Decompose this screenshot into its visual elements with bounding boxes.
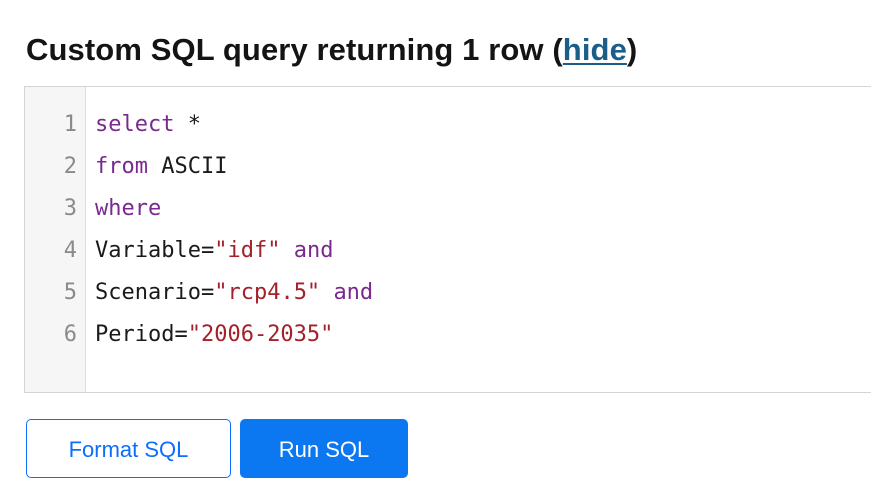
sql-string: "idf" bbox=[214, 238, 281, 263]
code-line: 3 where bbox=[25, 188, 871, 230]
line-number: 6 bbox=[63, 322, 77, 347]
line-code: Period="2006-2035" bbox=[95, 314, 333, 356]
line-code: where bbox=[95, 188, 161, 230]
heading-suffix: ) bbox=[626, 32, 638, 67]
code-line: 6 Period="2006-2035" bbox=[25, 314, 871, 356]
code-line: 1 select * bbox=[25, 104, 871, 146]
run-sql-button[interactable]: Run SQL bbox=[240, 419, 408, 478]
hide-link[interactable]: hide bbox=[563, 32, 627, 67]
sql-keyword: select bbox=[95, 112, 175, 137]
code-line: 2 from ASCII bbox=[25, 146, 871, 188]
sql-string: "2006-2035" bbox=[187, 322, 334, 347]
format-sql-button[interactable]: Format SQL bbox=[26, 419, 231, 478]
line-number: 5 bbox=[63, 280, 77, 305]
sql-keyword: where bbox=[95, 196, 162, 221]
line-code: select * bbox=[95, 104, 201, 146]
sql-keyword: from bbox=[95, 154, 148, 179]
code-line: 4 Variable="idf" and bbox=[25, 230, 871, 272]
sql-editor[interactable]: 1 select * 2 from ASCII 3 where 4 Variable="idf… bbox=[24, 86, 871, 393]
sql-keyword: and bbox=[333, 280, 374, 305]
sql-text: Variable= bbox=[95, 238, 215, 263]
code-area[interactable]: 1 select * 2 from ASCII 3 where 4 Variable="idf… bbox=[25, 104, 871, 356]
sql-text: ASCII bbox=[147, 154, 228, 179]
sql-text: * bbox=[174, 112, 201, 137]
line-number: 1 bbox=[63, 112, 77, 137]
sql-query-heading: Custom SQL query returning 1 row (hide) bbox=[26, 32, 637, 68]
line-number: 2 bbox=[63, 154, 77, 179]
heading-title: Custom SQL query returning 1 row ( bbox=[26, 32, 563, 67]
sql-keyword: and bbox=[293, 238, 334, 263]
line-code: Variable="idf" and bbox=[95, 230, 333, 272]
line-number: 3 bbox=[63, 196, 77, 221]
line-code: from ASCII bbox=[95, 146, 227, 188]
line-number: 4 bbox=[63, 238, 77, 263]
sql-text: Period= bbox=[95, 322, 188, 347]
sql-text: Scenario= bbox=[95, 280, 215, 305]
code-line: 5 Scenario="rcp4.5" and bbox=[25, 272, 871, 314]
sql-string: "rcp4.5" bbox=[214, 280, 321, 305]
line-code: Scenario="rcp4.5" and bbox=[95, 272, 373, 314]
